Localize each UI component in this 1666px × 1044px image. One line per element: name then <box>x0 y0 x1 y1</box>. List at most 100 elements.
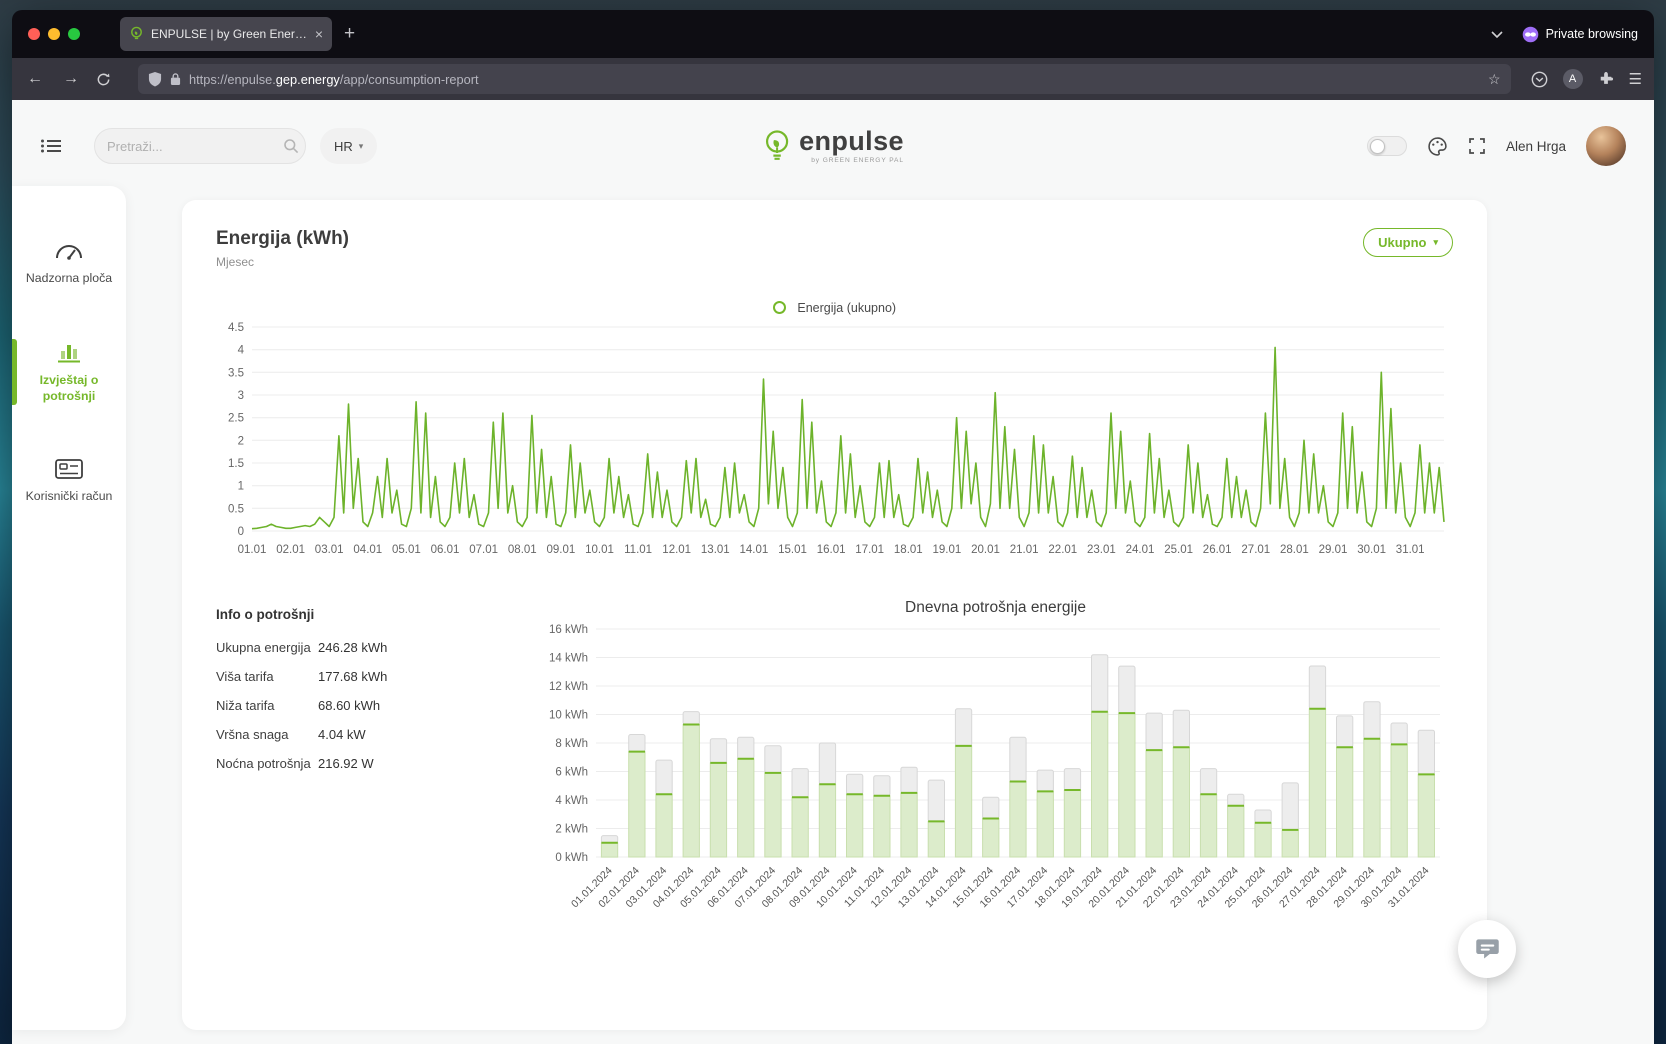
total-filter-label: Ukupno <box>1378 235 1426 250</box>
logo-wordmark: enpulse <box>799 128 904 155</box>
new-tab-button[interactable]: + <box>344 23 355 45</box>
account-icon[interactable]: A <box>1563 69 1583 89</box>
svg-text:27.01: 27.01 <box>1241 544 1270 556</box>
line-chart-legend[interactable]: Energija (ukupno) <box>216 299 1453 317</box>
tab-list-chevron-icon[interactable] <box>1490 30 1504 39</box>
svg-text:2 kWh: 2 kWh <box>555 824 588 836</box>
enpulse-app: HR ▾ enpulse by GREEN ENERGY PAL <box>12 100 1654 1044</box>
url-path: /app/consumption-report <box>340 72 479 87</box>
tab-title: ENPULSE | by Green Energy Pal <box>151 27 308 41</box>
app-menu-icon[interactable]: ☰ <box>1629 70 1642 88</box>
app-header: HR ▾ enpulse by GREEN ENERGY PAL <box>12 100 1654 192</box>
svg-text:12 kWh: 12 kWh <box>549 681 588 693</box>
private-browsing-badge: Private browsing <box>1522 26 1638 43</box>
svg-text:01.01: 01.01 <box>238 544 267 556</box>
info-row: Niža tarifa68.60 kWh <box>216 698 508 713</box>
url-bar[interactable]: https://enpulse.gep.energy/app/consumpti… <box>138 64 1511 94</box>
svg-text:30.01: 30.01 <box>1357 544 1386 556</box>
svg-text:19.01: 19.01 <box>933 544 962 556</box>
svg-text:20.01: 20.01 <box>971 544 1000 556</box>
sidebar-item-label: Nadzorna ploča <box>26 271 112 286</box>
svg-text:3.5: 3.5 <box>228 367 244 379</box>
svg-text:14 kWh: 14 kWh <box>549 653 588 665</box>
private-browsing-label: Private browsing <box>1546 27 1638 41</box>
report-card: Energija (kWh) Mjesec Ukupno ▾ Energija … <box>182 200 1487 1030</box>
svg-text:4 kWh: 4 kWh <box>555 795 588 807</box>
lock-icon[interactable] <box>170 72 181 86</box>
svg-text:18.01: 18.01 <box>894 544 923 556</box>
svg-text:16.01: 16.01 <box>817 544 846 556</box>
svg-text:03.01: 03.01 <box>315 544 344 556</box>
svg-text:23.01: 23.01 <box>1087 544 1116 556</box>
logo-tagline: by GREEN ENERGY PAL <box>811 157 904 164</box>
extensions-puzzle-icon[interactable] <box>1598 71 1614 87</box>
language-value: HR <box>334 139 353 154</box>
chevron-down-icon: ▾ <box>359 141 364 152</box>
dashboard-gauge-icon <box>53 238 85 262</box>
bar-chart-title: Dnevna potrošnja energije <box>538 599 1453 617</box>
legend-label: Energija (ukupno) <box>797 301 896 315</box>
svg-text:1.5: 1.5 <box>228 458 244 470</box>
sidebar-toggle-icon[interactable] <box>40 138 62 154</box>
zoom-window-button[interactable] <box>68 28 80 40</box>
private-mask-icon <box>1522 26 1539 43</box>
tab-strip: ENPULSE | by Green Energy Pal × + Privat… <box>12 10 1654 58</box>
toggle-knob <box>1370 139 1385 154</box>
close-window-button[interactable] <box>28 28 40 40</box>
reload-button[interactable] <box>96 72 118 87</box>
search-box <box>94 128 306 164</box>
window-controls <box>28 28 80 40</box>
svg-text:0.5: 0.5 <box>228 503 244 515</box>
svg-text:21.01: 21.01 <box>1010 544 1039 556</box>
sidebar-item-dashboard[interactable]: Nadzorna ploča <box>12 228 126 296</box>
search-input[interactable] <box>107 139 283 154</box>
url-prefix: https://enpulse. <box>189 72 276 87</box>
chat-bubble-icon <box>1474 936 1501 963</box>
bar-chart-icon <box>56 340 82 364</box>
pocket-icon[interactable] <box>1531 71 1548 88</box>
svg-text:02.01: 02.01 <box>276 544 305 556</box>
user-avatar[interactable] <box>1586 126 1626 166</box>
header-actions: Alen Hrga <box>1367 126 1626 166</box>
svg-text:06.01: 06.01 <box>431 544 460 556</box>
dark-mode-toggle[interactable] <box>1367 136 1407 156</box>
sidebar-item-consumption-report[interactable]: Izvještaj o potrošnji <box>12 330 126 414</box>
chevron-down-icon: ▾ <box>1433 237 1438 248</box>
legend-ring-icon <box>773 301 786 314</box>
tab-close-icon[interactable]: × <box>315 26 323 42</box>
svg-text:04.01: 04.01 <box>353 544 382 556</box>
svg-text:4.5: 4.5 <box>228 322 244 334</box>
minimize-window-button[interactable] <box>48 28 60 40</box>
daily-consumption-bar-chart: 0 kWh2 kWh4 kWh6 kWh8 kWh10 kWh12 kWh14 … <box>538 619 1453 931</box>
svg-text:17.01: 17.01 <box>855 544 884 556</box>
sidebar-item-account[interactable]: Korisnički račun <box>12 448 126 514</box>
tracking-shield-icon[interactable] <box>148 71 162 87</box>
info-row: Vršna snaga4.04 kW <box>216 727 508 742</box>
svg-text:11.01: 11.01 <box>624 544 652 556</box>
language-selector[interactable]: HR ▾ <box>320 128 377 164</box>
svg-text:09.01: 09.01 <box>547 544 576 556</box>
svg-text:10 kWh: 10 kWh <box>549 710 588 722</box>
enpulse-bulb-icon <box>762 129 792 163</box>
report-title: Energija (kWh) <box>216 228 349 250</box>
svg-text:8 kWh: 8 kWh <box>555 738 588 750</box>
svg-text:24.01: 24.01 <box>1126 544 1155 556</box>
svg-text:14.01: 14.01 <box>740 544 769 556</box>
bookmark-star-icon[interactable]: ☆ <box>1488 71 1501 88</box>
browser-tab[interactable]: ENPULSE | by Green Energy Pal × <box>120 17 332 51</box>
svg-text:12.01: 12.01 <box>662 544 691 556</box>
back-button[interactable]: ← <box>24 70 46 88</box>
total-filter-dropdown[interactable]: Ukupno ▾ <box>1363 228 1453 257</box>
svg-text:3: 3 <box>238 390 244 402</box>
svg-text:0 kWh: 0 kWh <box>555 852 588 864</box>
theme-palette-icon[interactable] <box>1427 136 1448 157</box>
account-card-icon <box>55 458 83 480</box>
fullscreen-icon[interactable] <box>1468 137 1486 155</box>
sidebar-item-label: Izvještaj o potrošnji <box>20 373 118 404</box>
chat-launcher-button[interactable] <box>1458 920 1516 978</box>
forward-button[interactable]: → <box>60 70 82 88</box>
search-icon[interactable] <box>283 138 299 154</box>
svg-text:13.01: 13.01 <box>701 544 730 556</box>
toolbar-icons: A ☰ <box>1531 69 1642 89</box>
svg-text:22.01: 22.01 <box>1048 544 1077 556</box>
